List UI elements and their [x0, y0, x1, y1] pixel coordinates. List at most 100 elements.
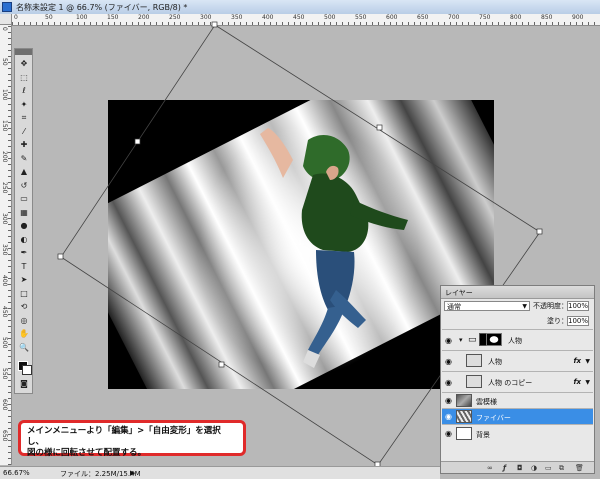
gradient-tool-icon[interactable]: ▦	[17, 208, 31, 218]
blur-tool-icon[interactable]: ●	[17, 221, 31, 231]
layer-mask-thumbnail[interactable]	[486, 333, 502, 346]
chevron-down-icon[interactable]: ▼	[585, 379, 590, 386]
ruler-tick-label: 900	[572, 14, 584, 21]
link-layers-icon[interactable]: ∞	[487, 464, 493, 472]
visibility-eye-icon[interactable]: ◉	[445, 357, 452, 366]
dodge-tool-icon[interactable]: ◐	[17, 235, 31, 245]
ruler-tick-label: 50	[45, 14, 53, 21]
horizontal-ruler[interactable]: 0 50 100 150 200 250 300 350 400 450 500 550 600 650 7…	[12, 14, 600, 26]
3d-rotate-tool-icon[interactable]: ⟲	[17, 302, 31, 312]
tools-panel: ◙ ✥ ⬚ ℓ ✦ ⌗ ⁄ ✚ ✎ ▲ ↺ ▭ ▦ ● ◐ ✒ T ➤ □ ⟲ ◎ ✋ 🔍	[14, 48, 33, 394]
ruler-tick-label: 300	[200, 14, 212, 21]
ruler-tick-label: 750	[479, 14, 491, 21]
crop-tool-icon[interactable]: ⌗	[17, 113, 31, 123]
ruler-tick-label: 350	[231, 14, 243, 21]
ruler-tick-label: 450	[293, 14, 305, 21]
path-selection-tool-icon[interactable]: ➤	[17, 275, 31, 285]
instruction-line-1: メインメニューより「編集」>「自由変形」を選択し、	[27, 426, 221, 447]
zoom-tool-icon[interactable]: 🔍	[17, 343, 31, 353]
ruler-tick-label: 50	[1, 58, 8, 66]
layer-thumbnail[interactable]	[456, 427, 472, 440]
visibility-eye-icon[interactable]: ◉	[445, 336, 452, 345]
ruler-tick-label: 0	[14, 14, 18, 21]
pen-tool-icon[interactable]: ✒	[17, 248, 31, 258]
opacity-input[interactable]: 100%	[567, 301, 589, 311]
ruler-tick-label: 600	[386, 14, 398, 21]
background-color-swatch[interactable]	[22, 365, 32, 375]
quick-mask-icon[interactable]: ◙	[17, 379, 31, 389]
layer-row-person[interactable]: ◉ 人物 fx ▼	[442, 350, 593, 371]
ruler-tick-label: 150	[107, 14, 119, 21]
layer-name: 人物 のコピー	[488, 379, 533, 387]
document-canvas[interactable]	[108, 100, 494, 389]
trash-icon[interactable]: 🗑	[575, 464, 584, 472]
blend-mode-select[interactable]: 通常 ▼	[444, 301, 530, 311]
visibility-eye-icon[interactable]: ◉	[445, 396, 452, 405]
clone-stamp-tool-icon[interactable]: ▲	[17, 167, 31, 177]
type-tool-icon[interactable]: T	[17, 262, 31, 272]
vertical-ruler[interactable]: 0 50 100 150 200 250 300 350 400 450 500 550 600 650	[0, 25, 12, 465]
fx-icon[interactable]: fx	[573, 378, 581, 386]
layer-thumbnail[interactable]	[456, 394, 472, 407]
visibility-eye-icon[interactable]: ◉	[445, 429, 452, 438]
eyedropper-tool-icon[interactable]: ⁄	[17, 127, 31, 137]
new-layer-icon[interactable]: ⧉	[559, 464, 564, 473]
eraser-tool-icon[interactable]: ▭	[17, 194, 31, 204]
chevron-down-icon[interactable]: ▼	[585, 358, 590, 365]
ruler-tick-label: 0	[1, 27, 8, 31]
visibility-eye-icon[interactable]: ◉	[445, 378, 452, 387]
layer-row-clouds[interactable]: ◉ 雲模様	[442, 392, 593, 408]
ruler-tick-label: 400	[1, 275, 8, 287]
layers-panel-footer: ∞ ƒ ◘ ◑ ▭ ⧉ 🗑	[441, 461, 594, 473]
add-style-icon[interactable]: ƒ	[503, 464, 506, 472]
3d-camera-tool-icon[interactable]: ◎	[17, 316, 31, 326]
hand-tool-icon[interactable]: ✋	[17, 329, 31, 339]
layer-row-background[interactable]: ◉ 背景	[442, 424, 593, 442]
fx-icon[interactable]: fx	[573, 357, 581, 365]
layers-panel: レイヤー 通常 ▼ 不透明度： 100% 塗り： 100% ◉ ▾ ▭ 人物 ◉ …	[440, 285, 595, 474]
ruler-tick-label: 450	[1, 306, 8, 318]
folder-icon: ▭	[468, 335, 477, 345]
layer-row-person-copy[interactable]: ◉ 人物 のコピー fx ▼	[442, 371, 593, 392]
group-chevron-icon[interactable]: ▾	[459, 336, 463, 344]
ruler-tick-label: 550	[355, 14, 367, 21]
new-group-icon[interactable]: ▭	[545, 464, 552, 472]
ruler-tick-label: 800	[510, 14, 522, 21]
layer-row-group-person[interactable]: ◉ ▾ ▭ 人物	[442, 329, 593, 350]
ruler-tick-label: 100	[76, 14, 88, 21]
ruler-tick-label: 550	[1, 368, 8, 380]
layer-name: ファイバー	[476, 414, 511, 422]
shape-tool-icon[interactable]: □	[17, 289, 31, 299]
move-tool-icon[interactable]: ✥	[17, 59, 31, 69]
tools-panel-grip[interactable]	[15, 49, 32, 55]
instruction-callout: メインメニューより「編集」>「自由変形」を選択し、 図の様に回転させて配置する。	[18, 420, 246, 458]
layer-thumbnail[interactable]	[456, 410, 472, 423]
history-brush-tool-icon[interactable]: ↺	[17, 181, 31, 191]
magic-wand-tool-icon[interactable]: ✦	[17, 100, 31, 110]
layers-panel-tab[interactable]: レイヤー	[441, 286, 594, 299]
lasso-tool-icon[interactable]: ℓ	[17, 86, 31, 96]
ruler-tick-label: 700	[448, 14, 460, 21]
ruler-tick-label: 500	[1, 337, 8, 349]
ruler-tick-label: 650	[1, 430, 8, 442]
ruler-origin[interactable]	[0, 14, 12, 25]
adjustment-layer-icon[interactable]: ◑	[531, 464, 537, 472]
visibility-eye-icon[interactable]: ◉	[445, 412, 452, 421]
healing-brush-tool-icon[interactable]: ✚	[17, 140, 31, 150]
brush-tool-icon[interactable]: ✎	[17, 154, 31, 164]
layer-thumbnail[interactable]	[466, 354, 482, 367]
fill-input[interactable]: 100%	[567, 316, 589, 326]
chevron-down-icon: ▼	[522, 303, 527, 310]
layer-name: 背景	[476, 431, 490, 439]
opacity-label: 不透明度：	[533, 302, 568, 310]
zoom-level[interactable]: 66.67%	[3, 469, 30, 477]
layer-row-fiber[interactable]: ◉ ファイバー	[442, 408, 593, 424]
transform-handle-left[interactable]	[57, 253, 64, 260]
transform-handle-right[interactable]	[536, 228, 543, 235]
layer-thumbnail[interactable]	[466, 375, 482, 388]
ruler-tick-label: 600	[1, 399, 8, 411]
marquee-tool-icon[interactable]: ⬚	[17, 73, 31, 83]
add-mask-icon[interactable]: ◘	[517, 464, 523, 472]
ruler-tick-label: 500	[324, 14, 336, 21]
status-menu-arrow-icon[interactable]: ▶	[130, 469, 135, 477]
